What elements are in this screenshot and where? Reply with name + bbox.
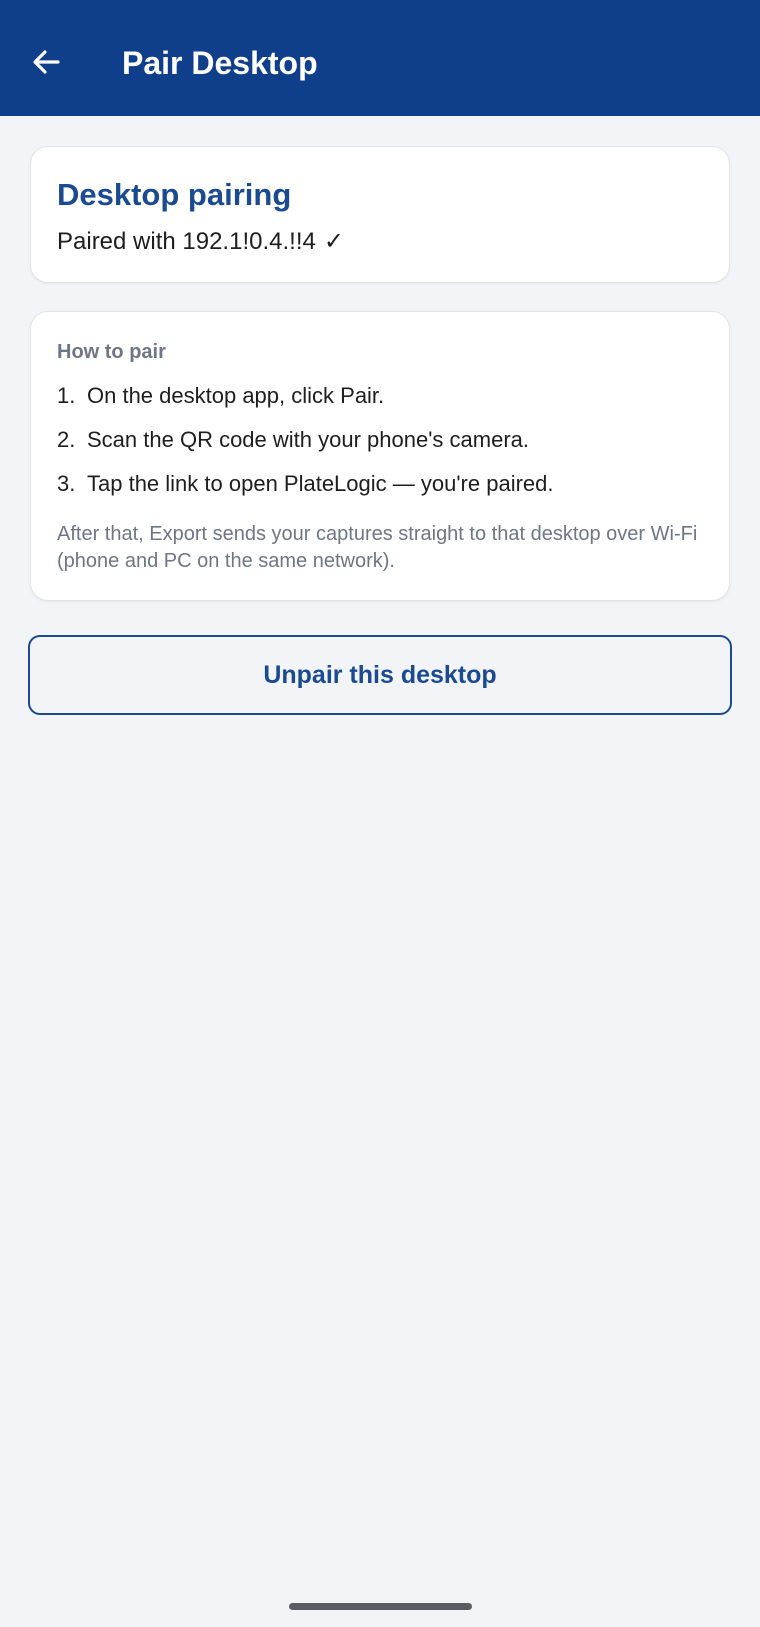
pairing-status-text: Paired with 192.1!0.4.!!4 (57, 228, 316, 255)
back-button[interactable] (22, 38, 70, 86)
step-number: 2. (57, 427, 76, 452)
desktop-pairing-card: Desktop pairing Paired with 192.1!0.4.!!… (30, 146, 730, 283)
list-item: 3. Tap the link to open PlateLogic — you'… (57, 471, 554, 497)
pairing-status: Paired with 192.1!0.4.!!4 ✓ (57, 227, 344, 256)
list-item: 2. Scan the QR code with your phone's cam… (57, 427, 529, 453)
step-text: Scan the QR code with your phone's camer… (87, 427, 529, 452)
desktop-pairing-title: Desktop pairing (57, 177, 292, 212)
how-to-pair-label: How to pair (57, 341, 166, 363)
list-item: 1. On the desktop app, click Pair. (57, 383, 384, 409)
step-number: 1. (57, 383, 76, 408)
home-indicator[interactable] (289, 1603, 472, 1610)
check-icon: ✓ (323, 227, 344, 255)
step-number: 3. (57, 471, 76, 496)
step-text: On the desktop app, click Pair. (87, 383, 385, 408)
app-bar: Pair Desktop (0, 0, 760, 116)
how-to-pair-card: How to pair 1. On the desktop app, click … (30, 311, 730, 601)
page-title: Pair Desktop (122, 45, 318, 81)
unpair-button-label: Unpair this desktop (263, 660, 497, 689)
unpair-button[interactable]: Unpair this desktop (28, 635, 732, 715)
arrow-left-icon (33, 50, 60, 74)
pairing-note: After that, Export sends your captures s… (57, 523, 698, 572)
step-text: Tap the link to open PlateLogic — you're… (87, 471, 554, 496)
